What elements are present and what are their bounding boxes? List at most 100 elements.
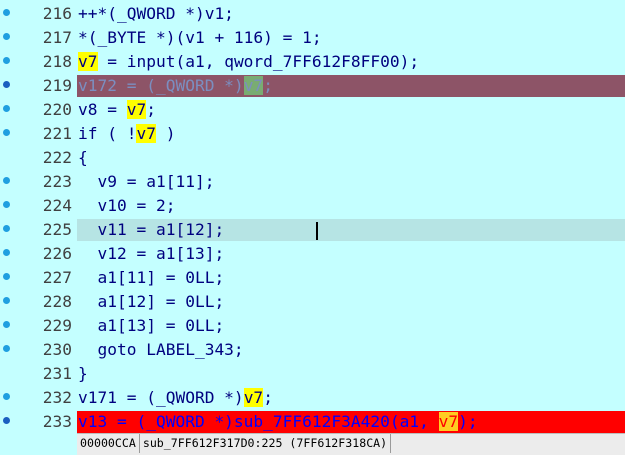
line-number: 230 — [42, 340, 72, 359]
line-number: 223 — [42, 172, 72, 191]
code-token: v9 = a1[11]; — [78, 172, 215, 191]
line-marker-icon[interactable] — [3, 273, 10, 280]
code-text[interactable]: *(_BYTE *)(v1 + 116) = 1; — [78, 28, 322, 48]
code-token: v12 = a1[13]; — [78, 244, 225, 263]
code-line[interactable]: 231} — [0, 362, 625, 386]
code-text[interactable]: v172 = (_QWORD *)v7; — [78, 76, 273, 96]
line-highlight — [77, 99, 625, 121]
code-token: a1[11] = 0LL; — [78, 268, 225, 287]
code-token: ) — [155, 124, 176, 143]
code-token: ; — [263, 388, 273, 407]
code-text[interactable]: v171 = (_QWORD *)v7; — [78, 388, 273, 408]
code-line[interactable]: 228 a1[12] = 0LL; — [0, 290, 625, 314]
code-line[interactable]: 216 ++*(_QWORD *)v1; — [0, 2, 625, 26]
line-marker-icon[interactable] — [3, 201, 10, 208]
line-marker-icon[interactable] — [3, 177, 10, 184]
line-highlight — [77, 147, 625, 169]
breakpoint-icon[interactable] — [3, 417, 10, 424]
highlighted-token: v7 — [243, 76, 264, 95]
code-text[interactable]: ++*(_QWORD *)v1; — [78, 4, 234, 24]
line-marker-icon[interactable] — [3, 225, 10, 232]
code-line[interactable]: 217 *(_BYTE *)(v1 + 116) = 1; — [0, 26, 625, 50]
code-text[interactable]: v9 = a1[11]; — [78, 172, 214, 192]
status-bar: 00000CCA sub_7FF612F317D0:225 (7FF612F318… — [77, 433, 625, 455]
code-line[interactable]: 220 v8 = v7; — [0, 98, 625, 122]
line-marker-icon[interactable] — [3, 345, 10, 352]
code-token: v171 = (_QWORD *) — [78, 388, 244, 407]
code-line[interactable]: 224 v10 = 2; — [0, 194, 625, 218]
code-line[interactable]: 221 if ( !v7 ) — [0, 122, 625, 146]
code-text[interactable]: goto LABEL_343; — [78, 340, 244, 360]
highlighted-token: v7 — [438, 412, 459, 431]
line-number: 228 — [42, 292, 72, 311]
code-line[interactable]: 222 { — [0, 146, 625, 170]
code-text[interactable]: a1[12] = 0LL; — [78, 292, 224, 312]
code-line[interactable]: 229 a1[13] = 0LL; — [0, 314, 625, 338]
line-number: 224 — [42, 196, 72, 215]
code-text[interactable]: v10 = 2; — [78, 196, 175, 216]
line-number: 216 — [42, 4, 72, 23]
line-marker-icon[interactable] — [3, 33, 10, 40]
highlighted-token: v7 — [243, 388, 264, 407]
code-text[interactable]: if ( !v7 ) — [78, 124, 175, 144]
line-number: 225 — [42, 220, 72, 239]
line-marker-icon[interactable] — [3, 249, 10, 256]
code-text[interactable]: { — [78, 148, 88, 168]
line-marker-icon[interactable] — [3, 105, 10, 112]
code-token: ; — [263, 76, 273, 95]
code-token: v8 = — [78, 100, 127, 119]
code-token: goto LABEL_343; — [78, 340, 244, 359]
line-highlight — [77, 363, 625, 385]
status-gutter — [0, 433, 77, 454]
code-text[interactable]: a1[11] = 0LL; — [78, 268, 224, 288]
code-token: ); — [458, 412, 478, 431]
text-caret — [316, 222, 318, 240]
line-number: 226 — [42, 244, 72, 263]
code-token: v11 = a1[12]; — [78, 220, 225, 239]
highlighted-token: v7 — [136, 124, 156, 143]
code-line[interactable]: 232 v171 = (_QWORD *)v7; — [0, 386, 625, 410]
line-number: 220 — [42, 100, 72, 119]
code-token: ++*(_QWORD *)v1; — [78, 4, 234, 23]
code-line[interactable]: 225 v11 = a1[12]; — [0, 218, 625, 242]
line-number: 233 — [42, 412, 72, 431]
code-line[interactable]: 218 v7 = input(a1, qword_7FF612F8FF00); — [0, 50, 625, 74]
line-marker-icon[interactable] — [3, 297, 10, 304]
line-number: 221 — [42, 124, 72, 143]
line-marker-icon[interactable] — [3, 57, 10, 64]
line-number: 218 — [42, 52, 72, 71]
code-line[interactable]: 219 v172 = (_QWORD *)v7; — [0, 74, 625, 98]
code-token: a1[13] = 0LL; — [78, 316, 225, 335]
code-token: *(_BYTE *)(v1 + 116) = 1; — [78, 28, 322, 47]
line-number: 222 — [42, 148, 72, 167]
code-token: v13 = (_QWORD *)sub_7FF612F3A420(a1, — [78, 412, 439, 431]
code-text[interactable]: v13 = (_QWORD *)sub_7FF612F3A420(a1, v7)… — [78, 412, 478, 432]
line-marker-icon[interactable] — [3, 393, 10, 400]
code-text[interactable]: v11 = a1[12]; — [78, 220, 224, 240]
code-text[interactable]: v7 = input(a1, qword_7FF612F8FF00); — [78, 52, 419, 72]
code-line[interactable]: 230 goto LABEL_343; — [0, 338, 625, 362]
code-token: { — [78, 148, 88, 167]
highlighted-token: v7 — [78, 52, 98, 71]
line-number: 219 — [42, 76, 72, 95]
line-number: 229 — [42, 316, 72, 335]
code-line[interactable]: 227 a1[11] = 0LL; — [0, 266, 625, 290]
status-offset: 00000CCA — [77, 434, 140, 453]
code-text[interactable]: v8 = v7; — [78, 100, 156, 120]
line-number: 217 — [42, 28, 72, 47]
line-number: 231 — [42, 364, 72, 383]
code-token: ; — [146, 100, 156, 119]
line-marker-icon[interactable] — [3, 129, 10, 136]
code-line[interactable]: 233 v13 = (_QWORD *)sub_7FF612F3A420(a1, … — [0, 410, 625, 434]
breakpoint-icon[interactable] — [3, 81, 10, 88]
code-line[interactable]: 226 v12 = a1[13]; — [0, 242, 625, 266]
line-number: 232 — [42, 388, 72, 407]
code-line[interactable]: 223 v9 = a1[11]; — [0, 170, 625, 194]
line-marker-icon[interactable] — [3, 321, 10, 328]
code-text[interactable]: } — [78, 364, 88, 384]
status-location: sub_7FF612F317D0:225 (7FF612F318CA) — [140, 434, 392, 453]
code-text[interactable]: v12 = a1[13]; — [78, 244, 224, 264]
line-number: 227 — [42, 268, 72, 287]
line-marker-icon[interactable] — [3, 9, 10, 16]
code-text[interactable]: a1[13] = 0LL; — [78, 316, 224, 336]
